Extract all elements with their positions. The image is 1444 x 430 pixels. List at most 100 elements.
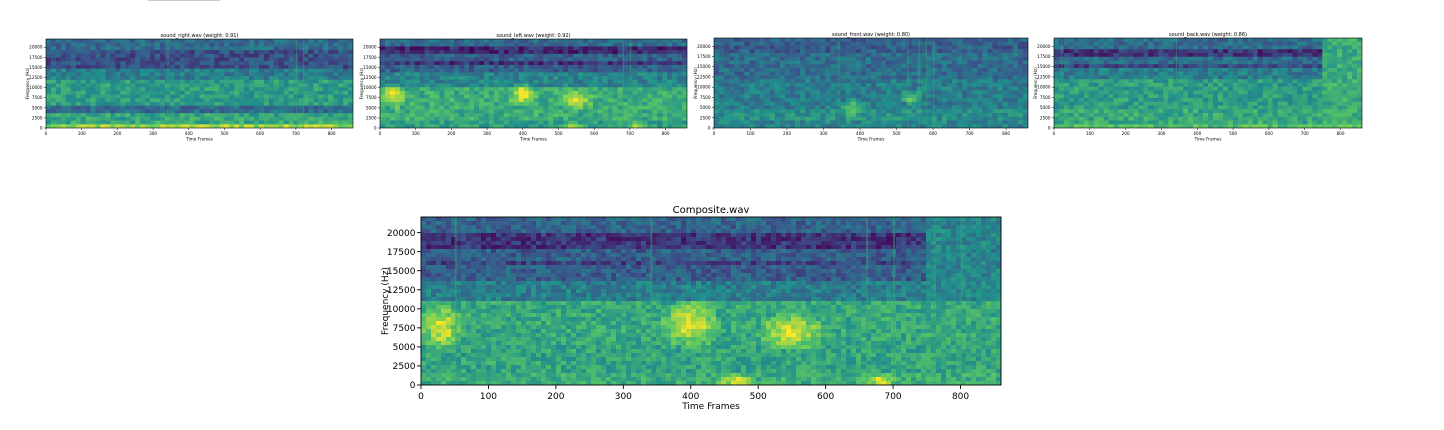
spectrogram-cell <box>830 56 836 61</box>
spectrogram-cell <box>75 50 82 55</box>
spectrogram-cell <box>384 57 391 62</box>
spectrogram-cell <box>815 45 821 50</box>
spectrogram-cell <box>820 79 826 84</box>
spectrogram-cell <box>454 94 460 99</box>
spectrogram-cell <box>1093 49 1100 54</box>
spectrogram-cell <box>901 113 907 118</box>
spectrogram-cell <box>906 90 912 95</box>
spectrogram-cell <box>825 56 831 61</box>
spectrogram-cell <box>886 101 892 106</box>
spectrogram-streak <box>925 38 927 128</box>
spectrogram-cell <box>957 113 963 118</box>
spectrogram-cell <box>528 61 534 66</box>
spectrogram-cell <box>538 53 544 58</box>
spectrogram-cell <box>607 83 614 88</box>
spectrogram-cell <box>810 90 816 95</box>
spectrogram-cell <box>105 113 111 118</box>
spectrogram-cell <box>962 64 968 69</box>
spectrogram-cell <box>607 116 614 121</box>
spectrogram-cell <box>244 120 250 125</box>
spectrogram-cell <box>667 113 673 118</box>
spectrogram-cell <box>333 105 339 110</box>
spectrogram-cell <box>667 116 673 121</box>
spectrogram-cell <box>100 116 106 121</box>
spectrogram-cell <box>906 113 912 118</box>
spectrogram-cell <box>992 116 999 121</box>
spectrogram-cell <box>318 94 324 99</box>
spectrogram-cell <box>80 87 87 92</box>
spectrogram-cell <box>573 61 579 66</box>
spectrogram-cell <box>130 72 136 77</box>
spectrogram-cell <box>459 42 465 47</box>
spectrogram-cell <box>962 68 968 73</box>
spectrogram-cell <box>602 72 609 77</box>
spectrogram-cell <box>891 94 897 99</box>
spectrogram-cell <box>1232 45 1239 50</box>
spectrogram-cell <box>734 38 740 43</box>
spectrogram-cell <box>860 53 867 58</box>
spectrogram-cell <box>343 105 349 110</box>
spectrogram-cell <box>174 90 181 96</box>
spectrogram-cell <box>75 105 82 110</box>
spectrogram-cell <box>860 56 867 61</box>
spectrogram-cell <box>303 46 309 51</box>
spectrogram-cell <box>404 68 411 73</box>
spectrogram-cell <box>538 57 544 62</box>
spectrogram-cell <box>962 113 968 118</box>
spectrogram-cell <box>439 72 445 77</box>
spectrogram-cell <box>982 45 988 50</box>
spectrogram-cell <box>936 41 943 46</box>
spectrogram-cell <box>784 49 791 54</box>
spectrogram-cell <box>759 116 766 121</box>
spectrogram-cell <box>533 64 539 70</box>
spectrogram-cell <box>60 50 67 55</box>
spectrogram-cell <box>389 90 396 96</box>
spectrogram-cell <box>946 86 953 91</box>
spectrogram-cell <box>871 90 877 95</box>
spectrogram-cell <box>518 68 524 73</box>
spectrogram-cell <box>459 50 465 55</box>
spectrogram-cell <box>194 39 200 44</box>
spectrogram-cell <box>1123 49 1129 54</box>
spectrogram-cell <box>303 83 309 88</box>
spectrogram-cell <box>1242 53 1249 58</box>
spectrogram-cell <box>533 102 539 107</box>
spectrogram-cell <box>931 109 938 114</box>
spectrogram-cell <box>657 42 663 47</box>
spectrogram-cell <box>957 38 963 43</box>
spectrogram-cell <box>553 116 559 121</box>
spectrogram-cell <box>65 76 72 81</box>
spectrogram-cell <box>488 94 495 99</box>
spectrogram-cell <box>563 46 569 51</box>
spectrogram-cell <box>229 39 235 44</box>
spectrogram-cell <box>288 68 294 73</box>
spectrogram-cell <box>1022 120 1028 125</box>
spectrogram-cell <box>724 116 730 121</box>
spectrogram-cell <box>199 105 205 110</box>
spectrogram-cell <box>50 87 57 92</box>
spectrogram-cell <box>263 83 270 88</box>
spectrogram-cell <box>100 120 106 125</box>
spectrogram-cell <box>380 76 386 81</box>
spectrogram-cell <box>115 105 121 110</box>
spectrogram-cell <box>1317 45 1323 50</box>
spectrogram-cell <box>1337 53 1343 58</box>
spectrogram-cell <box>234 42 240 47</box>
spectrogram-cell <box>268 50 275 55</box>
spectrogram-cell <box>583 46 589 51</box>
spectrogram-cell <box>313 87 319 92</box>
spectrogram-cell <box>85 87 91 92</box>
spectrogram-cell <box>1007 68 1014 73</box>
spectrogram-cell <box>597 53 604 58</box>
spectrogram-cell <box>135 76 141 81</box>
spectrogram-cell <box>607 79 614 84</box>
panel-sound-back: 0 100 200 300 400 500 600 700 800025005000750010… <box>1033 32 1363 141</box>
spectrogram-cell <box>100 42 106 47</box>
spectrogram-cell <box>125 39 131 44</box>
spectrogram-cell <box>1158 45 1164 50</box>
spectrogram-cell <box>637 87 643 92</box>
spectrogram-cell <box>140 113 146 118</box>
spectrogram-cell <box>769 90 776 95</box>
spectrogram-cell <box>855 120 862 125</box>
spectrogram-cell <box>612 98 619 103</box>
